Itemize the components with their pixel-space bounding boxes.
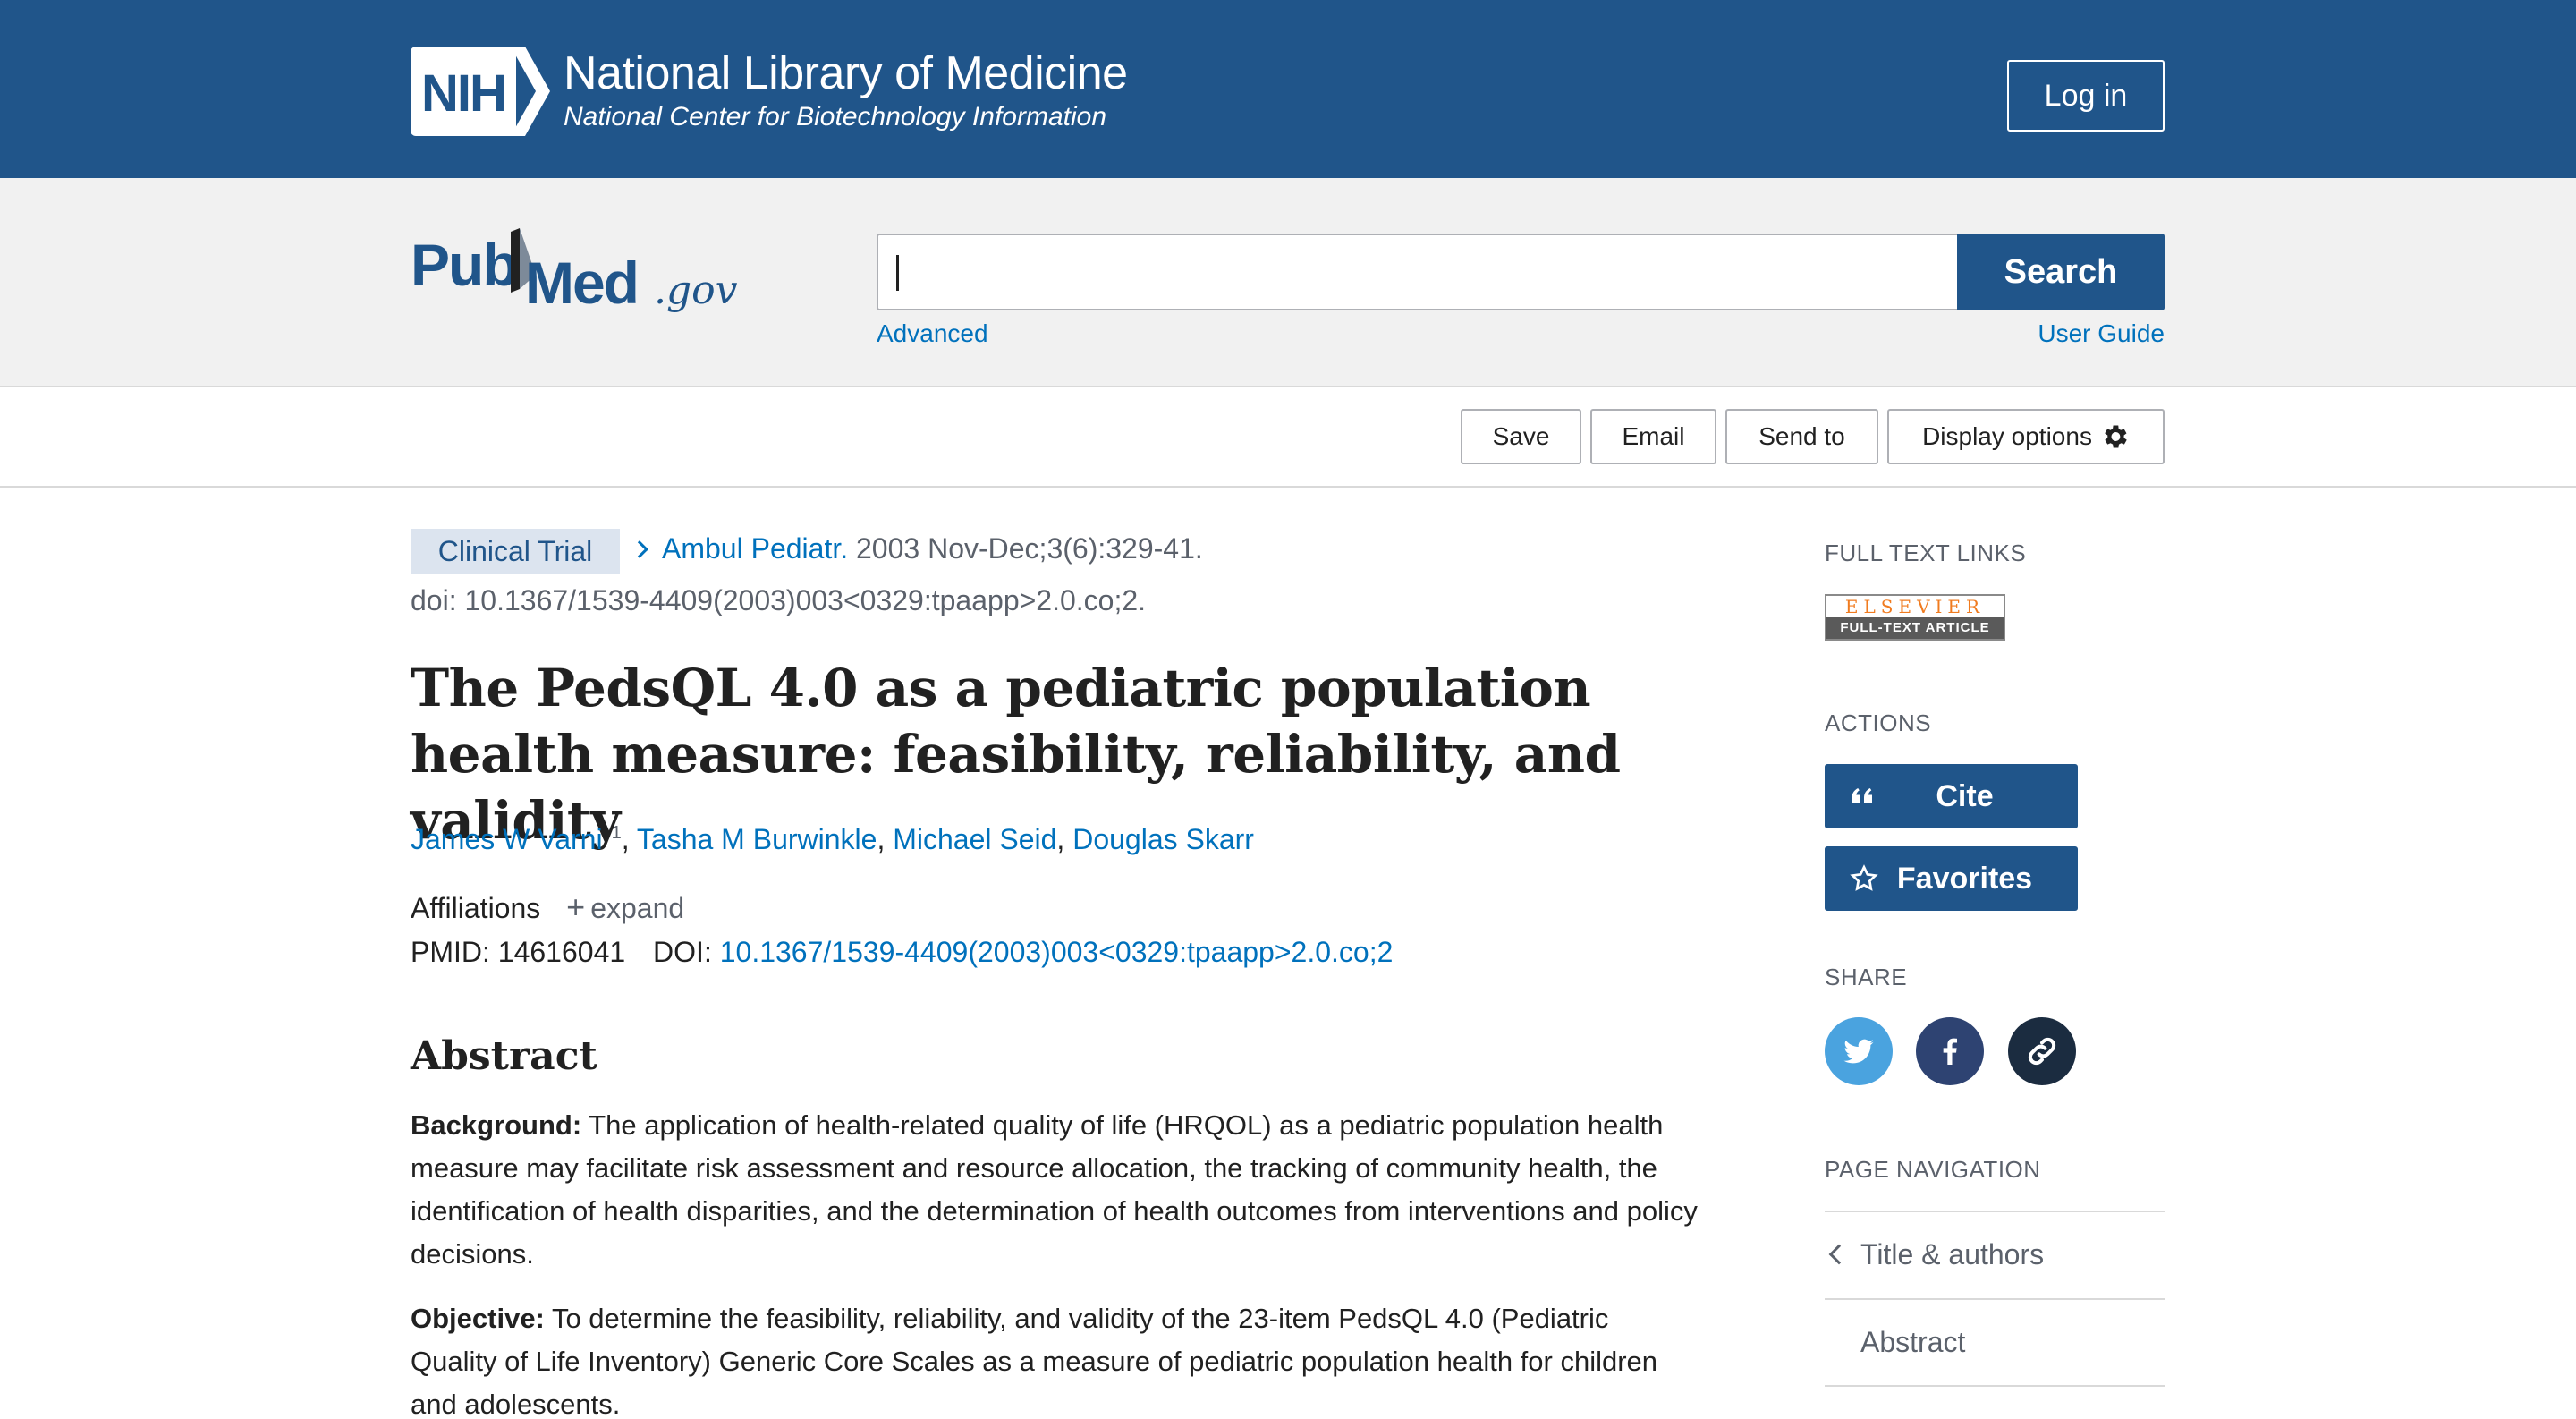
author-link[interactable]: Douglas Skarr [1072, 823, 1254, 855]
ncbi-subtitle[interactable]: National Center for Biotechnology Inform… [564, 102, 1106, 132]
background-text: The application of health-related qualit… [411, 1109, 1698, 1270]
display-options-button[interactable]: Display options [1887, 409, 2165, 464]
objective-label: Objective: [411, 1303, 545, 1334]
affiliations-row: Affiliations + expand [411, 888, 684, 926]
cite-button[interactable]: Cite [1825, 764, 2078, 828]
identifiers-row: PMID: 14616041 DOI: 10.1367/1539-4409(20… [411, 936, 1393, 969]
chevron-left-icon [1828, 1244, 1850, 1265]
affiliations-label: Affiliations [411, 892, 541, 924]
share-facebook-button[interactable] [1916, 1017, 1984, 1085]
page-navigation-heading: PAGE NAVIGATION [1825, 1156, 2041, 1183]
doi-link[interactable]: 10.1367/1539-4409(2003)003<0329:tpaapp>2… [720, 936, 1394, 968]
advanced-search-link[interactable]: Advanced [877, 319, 988, 348]
nih-header: NIH National Library of Medicine Nationa… [0, 0, 2576, 178]
actions-heading: ACTIONS [1825, 710, 1932, 736]
facebook-icon [1943, 1038, 1957, 1065]
affiliation-number[interactable]: 1 [612, 823, 622, 843]
abstract-background: Background: The application of health-re… [411, 1104, 1699, 1276]
journal-link[interactable]: Ambul Pediatr. [662, 532, 848, 565]
pmid-label: PMID: [411, 936, 490, 968]
full-text-links-heading: FULL TEXT LINKS [1825, 540, 2027, 566]
full-text-article-label: FULL-TEXT ARTICLE [1826, 617, 2004, 639]
doi-label: DOI: [653, 936, 712, 968]
nlm-title[interactable]: National Library of Medicine [564, 47, 1128, 100]
objective-text: To determine the feasibility, reliabilit… [411, 1303, 1658, 1419]
share-heading: SHARE [1825, 964, 1908, 990]
svg-text:Pub: Pub [411, 232, 517, 298]
svg-text:Med: Med [525, 250, 638, 316]
author-link[interactable]: James W Varni [411, 823, 603, 855]
pubmed-logo[interactable]: Pub Med .gov [411, 221, 741, 319]
display-options-label: Display options [1922, 422, 2092, 450]
expand-label: expand [590, 892, 685, 924]
abstract-objective: Objective: To determine the feasibility,… [411, 1297, 1699, 1419]
nav-divider [1825, 1385, 2165, 1387]
nav-divider [1825, 1211, 2165, 1212]
plus-icon: + [566, 888, 586, 925]
author-link[interactable]: Michael Seid [893, 823, 1056, 855]
favorites-button[interactable]: Favorites [1825, 846, 2078, 911]
share-link-button[interactable] [2008, 1017, 2076, 1085]
background-label: Background: [411, 1109, 582, 1141]
share-twitter-button[interactable] [1825, 1017, 1893, 1085]
chevron-right-icon [631, 540, 648, 558]
twitter-icon [1843, 1039, 1874, 1064]
user-guide-link[interactable]: User Guide [2038, 319, 2165, 348]
search-button[interactable]: Search [1957, 234, 2165, 310]
gear-icon [2105, 425, 2127, 448]
article-toolbar: Save Email Send to Display options [0, 387, 2576, 488]
citation-line: Ambul Pediatr. 2003 Nov-Dec;3(6):329-41. [631, 532, 1203, 565]
login-button[interactable]: Log in [2007, 60, 2165, 132]
nav-item-abstract[interactable]: Abstract [1860, 1326, 1965, 1359]
pmid-value: 14616041 [497, 936, 626, 968]
publication-type-badge: Clinical Trial [411, 529, 620, 574]
svg-text:NIH: NIH [421, 64, 505, 123]
elsevier-full-text-link[interactable]: ELSEVIER FULL-TEXT ARTICLE [1825, 594, 2005, 641]
nih-logo[interactable]: NIH [411, 47, 550, 136]
abstract-heading: Abstract [411, 1033, 597, 1079]
text-caret [896, 255, 899, 291]
link-icon [2028, 1037, 2056, 1066]
author-link[interactable]: Tasha M Burwinkle [637, 823, 877, 855]
email-button[interactable]: Email [1590, 409, 1716, 464]
author-list: James W Varni 1, Tasha M Burwinkle, Micha… [411, 823, 1254, 855]
search-band: Pub Med .gov Search Advanced User Guide [0, 178, 2576, 387]
nav-item-title-authors[interactable]: Title & authors [1860, 1238, 2044, 1271]
send-to-button[interactable]: Send to [1725, 409, 1878, 464]
expand-affiliations-button[interactable]: + expand [566, 888, 685, 925]
doi-line: doi: 10.1367/1539-4409(2003)003<0329:tpa… [411, 584, 1147, 616]
elsevier-logo-text: ELSEVIER [1844, 596, 1986, 617]
search-input[interactable] [877, 234, 1959, 310]
citation-details: 2003 Nov-Dec;3(6):329-41. [856, 532, 1203, 565]
svg-text:.gov: .gov [654, 268, 738, 313]
star-icon [1850, 864, 1878, 891]
save-button[interactable]: Save [1461, 409, 1581, 464]
nav-divider [1825, 1298, 2165, 1300]
quote-icon [1852, 788, 1872, 803]
